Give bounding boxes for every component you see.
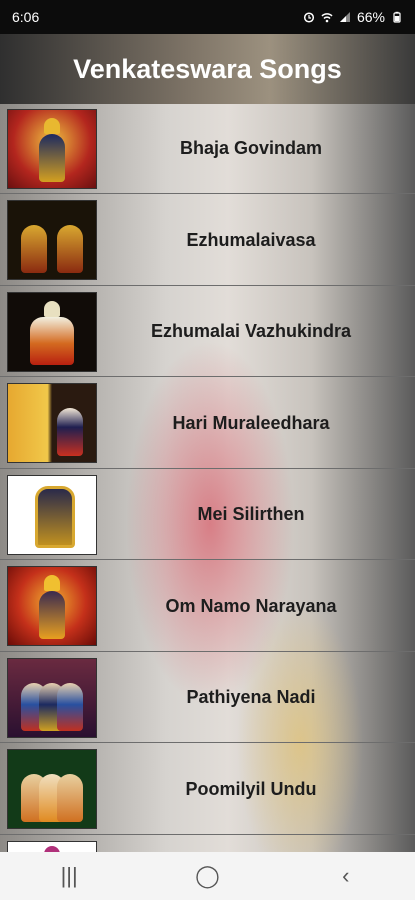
song-row[interactable]: Mei Silirthen [0, 470, 415, 560]
song-row-partial[interactable] [0, 836, 415, 852]
song-row[interactable]: Ezhumalaivasa [0, 196, 415, 286]
song-thumbnail [7, 291, 97, 372]
song-thumbnail [7, 566, 97, 646]
page-title: Venkateswara Songs [73, 53, 342, 84]
song-row[interactable]: Om Namo Narayana [0, 562, 415, 652]
song-row[interactable]: Bhaja Govindam [0, 104, 415, 194]
song-row[interactable]: Ezhumalai Vazhukindra [0, 287, 415, 377]
wifi-icon [321, 13, 333, 23]
battery-icon [393, 11, 401, 23]
status-time: 6:06 [12, 9, 40, 25]
song-title: Poomilyil Undu [185, 778, 317, 799]
song-row[interactable]: Hari Muraleedhara [0, 379, 415, 469]
battery-percent: 66% [356, 9, 385, 25]
song-row[interactable]: Pathiyena Nadi [0, 653, 415, 743]
recents-button[interactable]: ||| [39, 863, 99, 889]
song-title: Om Namo Narayana [165, 595, 337, 616]
song-title: Mei Silirthen [197, 504, 305, 524]
song-thumbnail [7, 383, 97, 463]
song-thumbnail [7, 200, 97, 280]
song-row[interactable]: Poomilyil Undu [0, 745, 415, 835]
alarm-icon [303, 12, 315, 23]
back-button[interactable]: ‹ [316, 863, 376, 889]
status-icons: 66% [303, 9, 403, 25]
song-thumbnail [7, 474, 97, 555]
home-button[interactable]: ◯ [177, 863, 237, 889]
signal-icon [339, 12, 350, 22]
system-nav-bar: ||| ◯ ‹ [0, 852, 415, 900]
song-thumbnail [7, 657, 97, 738]
song-thumbnail [7, 840, 97, 852]
song-title: Hari Muraleedhara [172, 412, 330, 433]
song-title: Ezhumalaivasa [186, 229, 316, 250]
song-title: Ezhumalai Vazhukindra [150, 321, 352, 341]
song-thumbnail [7, 108, 97, 189]
song-title: Bhaja Govindam [179, 138, 323, 158]
status-bar: 6:06 66% [0, 0, 415, 34]
song-title: Pathiyena Nadi [186, 687, 316, 707]
song-list[interactable]: Bhaja Govindam Ezhumalaivasa Ezhumalai V… [0, 104, 415, 852]
app-header: Venkateswara Songs [0, 34, 415, 104]
song-thumbnail [7, 749, 97, 829]
